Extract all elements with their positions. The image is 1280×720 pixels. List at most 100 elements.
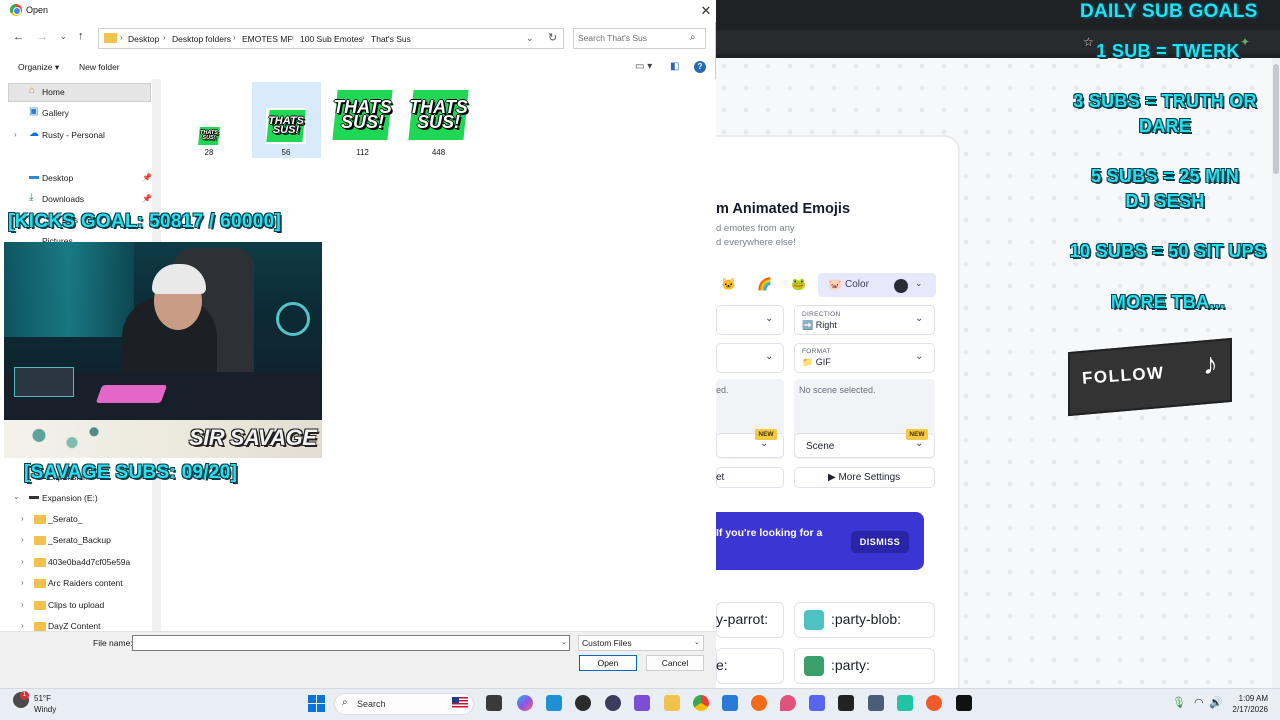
dialog-titlebar[interactable] xyxy=(0,0,716,22)
chevron-right-icon[interactable]: › xyxy=(21,535,24,544)
weather-condition[interactable]: Windy xyxy=(34,705,56,714)
file-thumbnail-112[interactable]: THATS SUS! xyxy=(332,86,393,144)
page-scrollbar-thumb[interactable] xyxy=(1273,64,1279,174)
savage-subs-counter: [SAVAGE SUBS: 09/20] xyxy=(24,462,238,483)
photos-app-icon[interactable] xyxy=(722,695,738,711)
tiktok-icon: ♪ xyxy=(1203,348,1218,381)
up-arrow-icon[interactable]: ↑ xyxy=(78,30,84,42)
chrome-taskbar-icon[interactable] xyxy=(693,695,709,711)
obs-like-icon[interactable] xyxy=(926,695,942,711)
breadcrumb-separator-icon: › xyxy=(291,33,294,42)
nav-item-downloads[interactable]: Downloads xyxy=(42,190,142,209)
emoji-tile-label: e: xyxy=(716,657,728,673)
chevron-right-icon[interactable]: › xyxy=(21,621,24,630)
back-arrow-icon[interactable]: ← xyxy=(13,31,24,43)
volume-icon[interactable]: 🔊 xyxy=(1209,696,1223,709)
nav-item-gallery[interactable]: Gallery xyxy=(42,104,142,123)
new-folder-button[interactable]: New folder xyxy=(79,62,120,72)
file-label[interactable]: 28 xyxy=(198,148,220,157)
discord-icon[interactable] xyxy=(809,695,825,711)
streaming-app-icon[interactable] xyxy=(838,695,854,711)
clock-date[interactable]: 2/17/2026 xyxy=(1226,705,1268,714)
network-icon[interactable]: ◠ xyxy=(1194,696,1204,709)
breadcrumb-desktop[interactable]: Desktop xyxy=(128,34,159,44)
start-tile xyxy=(317,695,325,703)
soundcloud-icon[interactable] xyxy=(751,695,767,711)
monitor-app-icon[interactable] xyxy=(546,695,562,711)
nav-item-desktop[interactable]: Desktop xyxy=(42,169,142,188)
chevron-down-icon: ⌄ xyxy=(765,351,774,362)
nav-item-hash-folder[interactable]: 403e0ba4d7cf05e59a xyxy=(48,553,148,572)
server-app-icon[interactable] xyxy=(868,695,884,711)
file-thumbnail-448[interactable]: THATS SUS! xyxy=(408,86,469,144)
chevron-down-icon[interactable]: ⌄ xyxy=(915,278,923,289)
chevron-down-icon[interactable]: ⌄ xyxy=(561,638,567,646)
microphone-icon[interactable]: 🎙 xyxy=(1172,696,1186,709)
frog-emoji-icon[interactable]: 🐸 xyxy=(791,277,806,291)
grid-app-icon[interactable] xyxy=(634,695,650,711)
forward-arrow-icon[interactable]: → xyxy=(37,31,48,43)
file-label[interactable]: 112 xyxy=(332,148,393,157)
help-icon[interactable]: ? xyxy=(694,61,706,73)
nameplate-tree-decoration xyxy=(6,421,116,457)
task-view-icon[interactable] xyxy=(486,695,502,711)
preview-pane-icon[interactable]: ◧ xyxy=(670,61,679,72)
organize-button[interactable]: Organize ▾ xyxy=(18,62,59,73)
daily-sub-goals-title: DAILY SUB GOALS xyxy=(1080,1,1258,22)
file-explorer-icon[interactable] xyxy=(664,695,680,711)
recent-locations-chevron-icon[interactable]: ⌄ xyxy=(60,32,67,41)
nav-item-serato[interactable]: _Serato_ xyxy=(48,510,148,529)
breadcrumb-desktop-folders[interactable]: Desktop folders xyxy=(172,34,231,44)
clock-time[interactable]: 1:09 AM xyxy=(1232,694,1268,703)
change-view-icon[interactable]: ▭ ▾ xyxy=(635,61,652,72)
start-tile xyxy=(308,704,316,712)
left-select-field[interactable] xyxy=(716,305,784,335)
file-thumbnail-56[interactable]: THATS SUS! xyxy=(266,108,306,144)
close-icon[interactable]: ✕ xyxy=(697,2,715,20)
chevron-right-icon[interactable]: › xyxy=(21,600,24,609)
nav-item-clips[interactable]: Clips to upload xyxy=(48,596,148,615)
maps-app-icon[interactable] xyxy=(780,695,796,711)
nav-item-rusty-personal[interactable]: Rusty - Personal xyxy=(42,126,142,145)
refresh-icon[interactable]: ↻ xyxy=(548,31,557,44)
chevron-right-icon[interactable]: › xyxy=(21,578,24,587)
chevron-right-icon[interactable]: › xyxy=(21,557,24,566)
dismiss-button[interactable]: DISMISS xyxy=(851,531,909,553)
breadcrumb-thats-sus[interactable]: That's Sus xyxy=(371,34,411,44)
goal-10-subs: 10 SUBS = 50 SIT UPS xyxy=(1069,241,1267,261)
file-thumbnail-28[interactable]: THATS SUS! xyxy=(198,126,220,146)
search-input[interactable] xyxy=(578,33,688,43)
us-flag-icon[interactable] xyxy=(452,697,468,708)
nav-item-expansion-drive[interactable]: Expansion (E:) xyxy=(42,489,142,508)
circle-app-icon[interactable] xyxy=(605,695,621,711)
cancel-button[interactable]: Cancel xyxy=(646,655,704,671)
chevron-right-icon[interactable]: › xyxy=(14,130,17,139)
nav-item-arc-raiders[interactable]: Arc Raiders content xyxy=(48,574,148,593)
file-label[interactable]: 448 xyxy=(408,148,469,157)
breadcrumb-emotes-mf[interactable]: EMOTES MF xyxy=(242,34,293,44)
search-icon[interactable]: ⌕ xyxy=(690,32,696,43)
weather-temperature[interactable]: 51°F xyxy=(34,694,51,703)
pin-icon: 📌 xyxy=(142,194,152,203)
cat-emoji-icon[interactable]: 🐱 xyxy=(721,277,736,291)
chevron-right-icon[interactable]: › xyxy=(21,514,24,523)
reset-button[interactable] xyxy=(716,467,784,488)
rainbow-cat-icon[interactable]: 🌈 xyxy=(757,277,772,291)
nav-item-serato-backup[interactable]: _Serato_Backup xyxy=(48,531,148,550)
color-swatch[interactable] xyxy=(894,279,908,293)
nav-item-dayz[interactable]: DayZ Content xyxy=(48,617,148,630)
media-app-icon[interactable] xyxy=(575,695,591,711)
dj-app-icon[interactable] xyxy=(956,695,972,711)
chevron-down-icon[interactable]: ⌄ xyxy=(13,492,20,501)
chevron-down-icon[interactable]: ⌄ xyxy=(526,33,534,44)
left-select-field-2[interactable] xyxy=(716,343,784,373)
breadcrumb-100-sub-emotes[interactable]: 100 Sub Emotes xyxy=(300,34,363,44)
copilot-icon[interactable] xyxy=(517,695,533,711)
file-label[interactable]: 56 xyxy=(266,148,306,157)
windows-start-icon[interactable] xyxy=(308,695,325,712)
chevron-down-icon[interactable]: ⌄ xyxy=(694,638,700,646)
filename-input[interactable] xyxy=(132,635,570,651)
direction-value: ➡️ Right xyxy=(802,320,837,330)
notes-app-icon[interactable] xyxy=(897,695,913,711)
open-button[interactable]: Open xyxy=(579,655,637,671)
